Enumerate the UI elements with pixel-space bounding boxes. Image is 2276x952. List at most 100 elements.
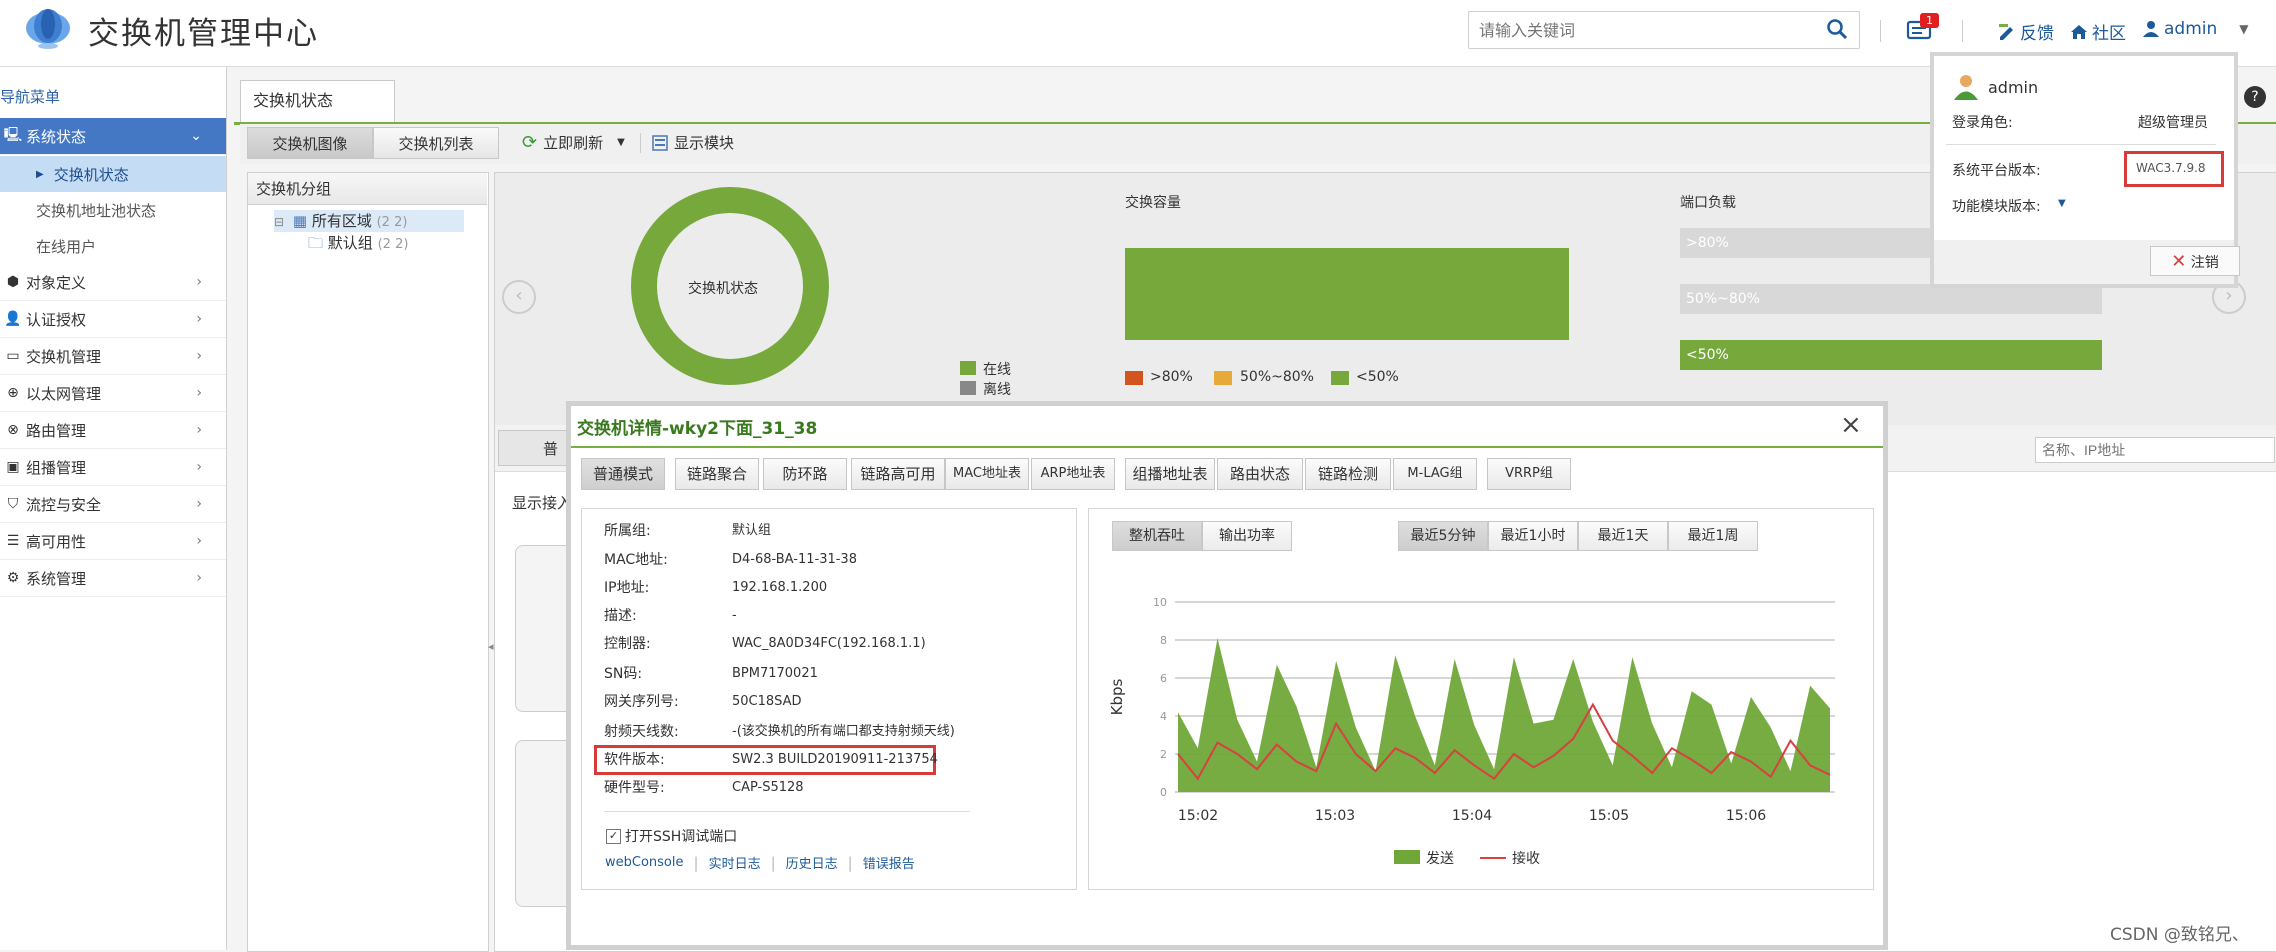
sidebar-title: 导航菜单 (0, 88, 61, 106)
modal-tab-route-status[interactable]: 路由状态 (1217, 458, 1303, 490)
tree-node-count: (2 2) (377, 237, 409, 252)
logout-button[interactable]: ✕ 注销 (2150, 246, 2240, 276)
role-label: 登录角色: (1952, 115, 2013, 131)
chart-x-tick-label: 15:02 (1178, 808, 1218, 824)
sidebar-subitem-online-users[interactable]: 在线用户 (0, 228, 226, 264)
sidebar-item-label: 对象定义 (26, 273, 87, 292)
history-log-link[interactable]: 历史日志 (786, 853, 838, 872)
feedback-link[interactable]: 反馈 (1998, 19, 2054, 44)
group-panel-title: 交换机分组 (248, 173, 487, 205)
chevron-right-icon: › (196, 459, 202, 475)
info-label-desc: 描述: (604, 608, 637, 624)
user-menu[interactable]: admin ▼ (2142, 19, 2249, 39)
time-tab-1week[interactable]: 最近1周 (1668, 521, 1758, 551)
info-label-hardware: 硬件型号: (604, 780, 665, 796)
sidebar-item-auth[interactable]: 👤 认证授权 › (0, 301, 226, 338)
view-list-button[interactable]: 交换机列表 (373, 127, 499, 159)
layers-icon: ☰ (6, 533, 20, 549)
modal-tab-multicast-table[interactable]: 组播地址表 (1125, 458, 1215, 490)
community-link[interactable]: 社区 (2070, 19, 2126, 44)
modal-tab-mlag[interactable]: M-LAG组 (1393, 458, 1477, 490)
search-icon[interactable] (1826, 18, 1848, 40)
sidebar-item-multicast[interactable]: ▣ 组播管理 › (0, 449, 226, 486)
tab-normal-stub[interactable]: 普通 (498, 430, 568, 466)
sidebar-item-label: 系统状态 (26, 127, 87, 146)
gear-icon: ⚙ (6, 570, 20, 586)
avatar-icon (1954, 75, 1978, 100)
port-bar-mid: 50%~80% (1680, 284, 2102, 314)
time-tab-1day[interactable]: 最近1天 (1578, 521, 1668, 551)
graph-tab-output-power[interactable]: 输出功率 (1202, 521, 1292, 551)
modal-tab-link-aggregation[interactable]: 链路聚合 (675, 458, 759, 490)
header-separator (1962, 20, 1963, 42)
webconsole-link[interactable]: webConsole (605, 855, 684, 870)
info-label-group: 所属组: (604, 523, 651, 539)
carousel-prev-button[interactable]: ‹ (502, 280, 536, 314)
modal-tab-vrrp[interactable]: VRRP组 (1487, 458, 1571, 490)
search-box[interactable] (1468, 11, 1860, 49)
refresh-button[interactable]: ⟳ 立即刷新 ▼ (522, 132, 625, 153)
user-key-icon: 👤 (4, 311, 22, 327)
modal-title: 交换机详情-wky2下面_31_38 (577, 419, 818, 439)
capacity-title: 交换容量 (1125, 195, 1181, 211)
chart-x-tick-label: 15:06 (1726, 808, 1766, 824)
sidebar-item-system-status[interactable]: 🖳 系统状态 ⌄ (0, 118, 226, 155)
port-bar-low: <50% (1680, 340, 2102, 370)
group-panel (247, 172, 489, 952)
notification-badge: 1 (1920, 13, 1939, 28)
time-tab-5min[interactable]: 最近5分钟 (1398, 521, 1488, 551)
tree-node-label: 默认组 (327, 234, 373, 252)
show-module-button[interactable]: 显示模块 (652, 132, 734, 153)
caret-right-icon: ▶ (36, 168, 44, 180)
sidebar-item-switch-mgmt[interactable]: ▭ 交换机管理 › (0, 338, 226, 375)
sidebar-subitem-label: 交换机地址池状态 (36, 201, 157, 220)
view-image-button[interactable]: 交换机图像 (247, 127, 373, 159)
chart-series-send-area (1178, 638, 1830, 792)
modal-tab-link-ha[interactable]: 链路高可用 (851, 458, 945, 490)
panel-splitter-handle[interactable]: ◂ (488, 640, 494, 653)
modal-tab-mac-table[interactable]: MAC地址表 (945, 458, 1029, 490)
building-icon: ▦ (292, 212, 308, 230)
search-input[interactable] (1477, 12, 1811, 48)
chart-y-axis-label: Kbps (1108, 678, 1126, 715)
modal-tab-arp-table[interactable]: ARP地址表 (1031, 458, 1115, 490)
graph-tab-throughput[interactable]: 整机吞吐 (1112, 521, 1202, 551)
help-icon[interactable]: ? (2244, 86, 2266, 108)
sidebar-item-object-definition[interactable]: ⬢ 对象定义 › (0, 264, 226, 301)
info-value-sn: BPM7170021 (732, 666, 818, 681)
popup-divider (1946, 144, 2216, 145)
time-tab-1hour[interactable]: 最近1小时 (1488, 521, 1578, 551)
sidebar-item-routing[interactable]: ⊗ 路由管理 › (0, 412, 226, 449)
sidebar-item-flow-security[interactable]: ⛉ 流控与安全 › (0, 486, 226, 523)
sidebar-item-system-mgmt[interactable]: ⚙ 系统管理 › (0, 560, 226, 597)
name-ip-search-input[interactable] (2035, 437, 2275, 463)
modal-tab-loop-prevention[interactable]: 防环路 (763, 458, 847, 490)
chart-y-tick-label: 10 (1153, 596, 1167, 609)
sidebar-item-label: 路由管理 (26, 421, 87, 440)
modal-links: webConsole | 实时日志 | 历史日志 | 错误报告 (605, 853, 915, 873)
checkbox-checked-icon[interactable]: ✓ (606, 828, 621, 844)
modal-tab-link-detect[interactable]: 链路检测 (1305, 458, 1391, 490)
modal-close-icon[interactable]: × (1840, 410, 1862, 440)
tab-switch-status[interactable]: 交换机状态 (240, 80, 395, 122)
chevron-down-icon: ⌄ (190, 128, 202, 144)
info-value-software: SW2.3 BUILD20190911-213754 (732, 752, 938, 767)
sidebar-item-high-availability[interactable]: ☰ 高可用性 › (0, 523, 226, 560)
sidebar-item-ethernet[interactable]: ⊕ 以太网管理 › (0, 375, 226, 412)
link-separator: | (770, 853, 776, 872)
ssh-debug-option[interactable]: ✓ 打开SSH调试端口 (606, 826, 737, 846)
tree-toggle-icon[interactable]: ⊟ (274, 215, 284, 229)
cube-icon: ⬢ (6, 274, 20, 290)
tree-node-default-group[interactable]: 🗀 默认组 (2 2) (308, 232, 408, 256)
chevron-right-icon: › (196, 422, 202, 438)
sidebar-subitem-address-pool[interactable]: 交换机地址池状态 (0, 192, 226, 228)
app-title: 交换机管理中心 (88, 16, 319, 52)
sidebar-subitem-switch-status[interactable]: ▶ 交换机状态 (0, 156, 226, 192)
caret-down-icon[interactable]: ▼ (617, 137, 625, 148)
sidebar-subitem-label: 交换机状态 (53, 165, 129, 184)
tree-node-all-areas[interactable]: ⊟ ▦ 所有区域 (2 2) (274, 210, 464, 232)
module-version-dropdown-icon[interactable]: ▼ (2058, 198, 2066, 209)
modal-tab-normal[interactable]: 普通模式 (581, 458, 665, 490)
realtime-log-link[interactable]: 实时日志 (709, 853, 761, 872)
error-report-link[interactable]: 错误报告 (863, 853, 915, 872)
